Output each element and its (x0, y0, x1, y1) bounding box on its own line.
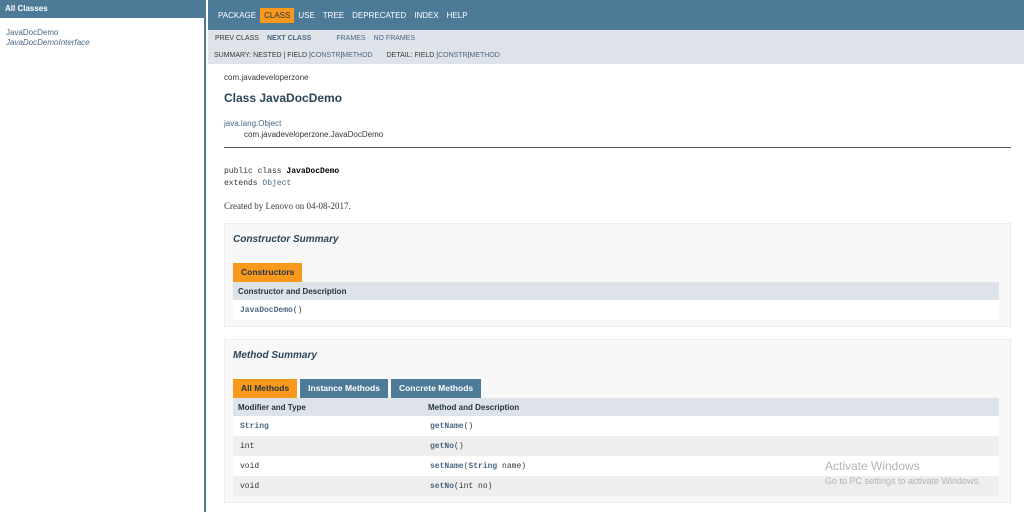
type-void: void (240, 481, 260, 491)
class-content: com.javadeveloperzone Class JavaDocDemo … (208, 73, 1024, 503)
type-void: void (240, 461, 260, 471)
method-link-setname[interactable]: setName (430, 462, 464, 471)
constructor-column-header: Constructor and Description (233, 282, 999, 300)
method-description-header: Method and Description (423, 398, 999, 416)
type-link-string[interactable]: String (240, 422, 269, 431)
nav-index[interactable]: INDEX (410, 8, 442, 23)
method-params: (int no) (454, 481, 493, 491)
method-tabs: All Methods Instance Methods Concrete Me… (233, 379, 1002, 398)
method-link-getno[interactable]: getNo (430, 442, 454, 451)
nav-deprecated[interactable]: DEPRECATED (348, 8, 410, 23)
param-type-link-string[interactable]: String (468, 462, 497, 471)
sig-class-name: JavaDocDemo (286, 167, 340, 176)
method-params: () (463, 421, 474, 431)
sig-extends-prefix: extends (224, 179, 263, 188)
sub-nav-row-1: PREV CLASS NEXT CLASS FRAMES NO FRAMES (208, 30, 1024, 47)
constructor-link[interactable]: JavaDocDemo (240, 306, 293, 315)
class-link-javadocdemointerface[interactable]: JavaDocDemoInterface (6, 38, 204, 48)
activate-windows-watermark: Activate Windows Go to PC settings to ac… (825, 459, 981, 486)
nav-help[interactable]: HELP (443, 8, 472, 23)
detail-method-link[interactable]: METHOD (469, 52, 499, 59)
tab-concrete-methods[interactable]: Concrete Methods (390, 379, 482, 398)
summary-constr-link[interactable]: CONSTR (311, 52, 341, 59)
tab-constructors[interactable]: Constructors (233, 263, 303, 282)
sig-prefix: public class (224, 167, 287, 176)
method-params: () (454, 441, 464, 451)
page-title: Class JavaDocDemo (224, 91, 343, 105)
inherit-child: com.javadeveloperzone.JavaDocDemo (244, 130, 384, 139)
all-classes-frame: All Classes JavaDocDemo JavaDocDemoInter… (0, 0, 206, 512)
package-name: com.javadeveloperzone (224, 73, 309, 82)
table-row: int getNo() (233, 436, 999, 456)
all-classes-header: All Classes (0, 0, 204, 18)
constructor-tabs: Constructors (233, 263, 1002, 282)
class-frame: PACKAGE CLASS USE TREE DEPRECATED INDEX … (208, 0, 1024, 512)
nav-use[interactable]: USE (294, 8, 318, 23)
class-list: JavaDocDemo JavaDocDemoInterface (0, 18, 204, 48)
method-params: name) (497, 461, 527, 471)
sig-extends-link[interactable]: Object (262, 179, 291, 188)
table-row: String getName() (233, 416, 999, 436)
type-int: int (240, 441, 255, 451)
sub-nav-row-2: SUMMARY: NESTED | FIELD | CONSTR | METHO… (208, 47, 1024, 64)
nav-package[interactable]: PACKAGE (214, 8, 260, 23)
detail-label: DETAIL: FIELD | (386, 52, 439, 59)
detail-constr-link[interactable]: CONSTR (438, 52, 468, 59)
nav-tree[interactable]: TREE (319, 8, 348, 23)
method-link-getname[interactable]: getName (430, 422, 464, 431)
next-class-link[interactable]: NEXT CLASS (267, 35, 311, 42)
method-link-setno[interactable]: setNo (430, 482, 454, 491)
class-signature: public class JavaDocDemo extends Object (224, 166, 1008, 190)
summary-label: SUMMARY: NESTED | FIELD | (214, 52, 311, 59)
modifier-type-header: Modifier and Type (233, 398, 423, 416)
table-row: JavaDocDemo() (233, 300, 999, 320)
constructor-summary: Constructor Summary Constructors Constru… (224, 223, 1011, 327)
constructor-summary-heading: Constructor Summary (233, 234, 339, 245)
prev-class: PREV CLASS (215, 35, 259, 42)
class-link-javadocdemo[interactable]: JavaDocDemo (6, 28, 204, 38)
watermark-title: Activate Windows (825, 459, 920, 473)
constructor-params: () (292, 305, 303, 315)
inheritance-tree: java.lang.Object com.javadeveloperzone.J… (224, 119, 1008, 139)
divider (224, 147, 1011, 148)
sub-nav: PREV CLASS NEXT CLASS FRAMES NO FRAMES S… (208, 30, 1024, 64)
inherit-parent-link[interactable]: java.lang.Object (224, 119, 1008, 128)
class-description: Created by Lenovo on 04-08-2017. (224, 201, 351, 211)
frames-link[interactable]: FRAMES (336, 35, 365, 42)
no-frames-link[interactable]: NO FRAMES (373, 35, 415, 42)
watermark-subtitle: Go to PC settings to activate Windows. (825, 476, 981, 486)
method-summary-heading: Method Summary (233, 350, 317, 361)
constructor-table: Constructor and Description JavaDocDemo(… (233, 282, 999, 320)
tab-instance-methods[interactable]: Instance Methods (300, 379, 388, 398)
summary-method-link[interactable]: METHOD (342, 52, 372, 59)
top-nav-bar: PACKAGE CLASS USE TREE DEPRECATED INDEX … (208, 0, 1024, 30)
tab-all-methods[interactable]: All Methods (233, 379, 298, 398)
nav-class[interactable]: CLASS (260, 7, 295, 23)
